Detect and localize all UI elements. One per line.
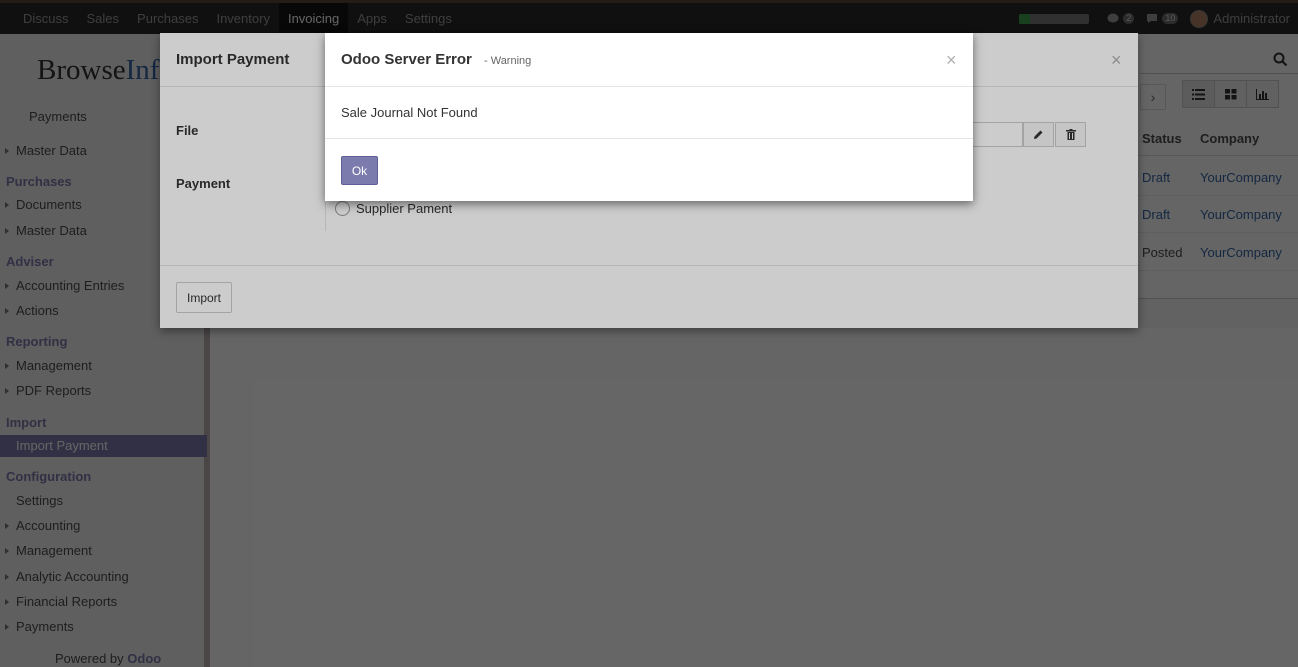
server-error-dialog: Odoo Server Error - Warning × Sale Journ… bbox=[325, 33, 973, 201]
error-subtitle: - Warning bbox=[484, 55, 532, 67]
error-message: Sale Journal Not Found bbox=[341, 105, 478, 120]
error-dialog-footer: Ok bbox=[325, 138, 973, 201]
error-title: Odoo Server Error bbox=[341, 51, 472, 68]
error-dialog-header: Odoo Server Error - Warning × bbox=[325, 33, 973, 87]
ok-button[interactable]: Ok bbox=[341, 156, 378, 185]
close-icon[interactable]: × bbox=[946, 51, 957, 69]
